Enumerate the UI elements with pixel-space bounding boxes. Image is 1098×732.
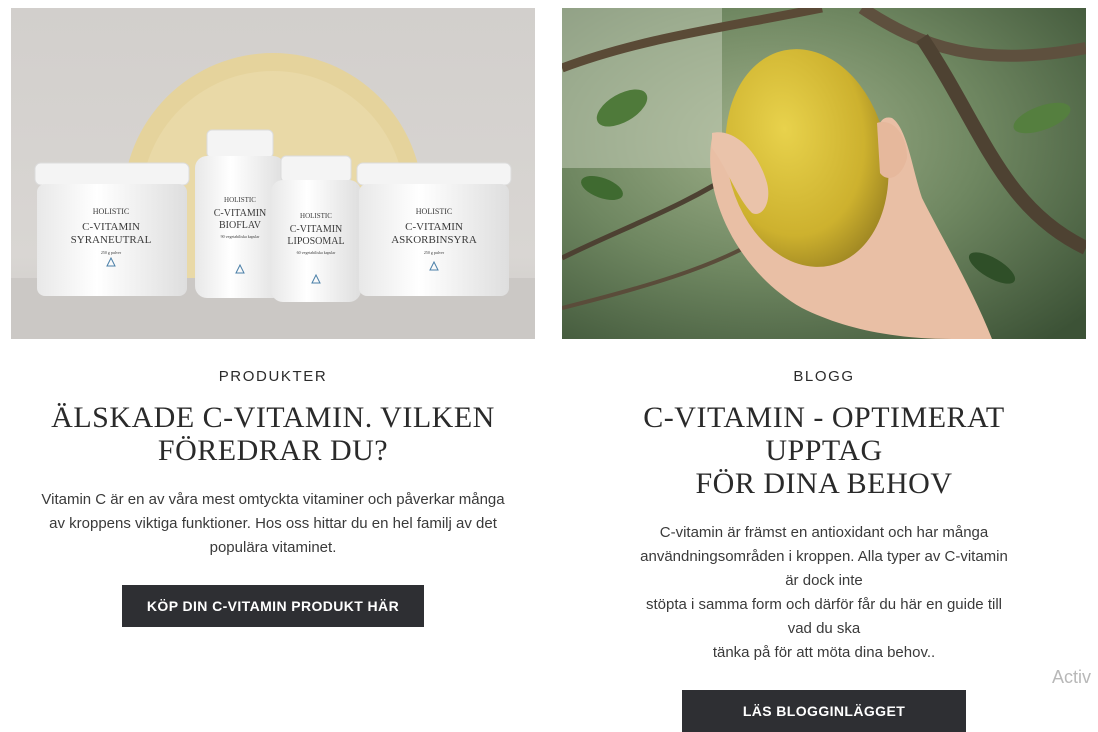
blog-image[interactable]: [562, 8, 1086, 339]
products-card: HOLISTIC C-VITAMIN SYRANEUTRAL 250 g pul…: [11, 8, 535, 627]
blog-title-line: FÖR DINA BEHOV: [695, 467, 953, 500]
description-line: Vitamin C är en av våra mest omtyckta vi…: [41, 491, 505, 508]
svg-text:HOLISTIC: HOLISTIC: [416, 207, 452, 216]
products-description: Vitamin C är en av våra mest omtyckta vi…: [27, 488, 519, 560]
read-blog-post-button[interactable]: LÄS BLOGGINLÄGGET: [682, 690, 966, 732]
lemon-tree-image: [562, 8, 1086, 339]
svg-text:250 g pulver: 250 g pulver: [101, 250, 122, 255]
activate-windows-watermark: Activ: [1052, 667, 1092, 687]
products-image[interactable]: HOLISTIC C-VITAMIN SYRANEUTRAL 250 g pul…: [11, 8, 535, 339]
vitamin-c-products-image: HOLISTIC C-VITAMIN SYRANEUTRAL 250 g pul…: [11, 8, 535, 339]
svg-text:C-VITAMIN: C-VITAMIN: [290, 224, 343, 235]
svg-text:HOLISTIC: HOLISTIC: [93, 207, 129, 216]
description-line: av kroppens viktiga funktioner. Hos oss …: [49, 515, 497, 532]
svg-text:C-VITAMIN: C-VITAMIN: [82, 221, 140, 233]
description-line: populära vitaminet.: [209, 539, 337, 556]
jar-askorbinsyra: HOLISTIC C-VITAMIN ASKORBINSYRA 250 g pu…: [356, 162, 512, 296]
svg-text:HOLISTIC: HOLISTIC: [300, 212, 332, 220]
products-title-line: ÄLSKADE C-VITAMIN. VILKEN: [51, 401, 495, 434]
buy-vitamin-c-button[interactable]: KÖP DIN C-VITAMIN PRODUKT HÄR: [122, 585, 424, 627]
jar-liposomal: HOLISTIC C-VITAMIN LIPOSOMAL 60 vegetabi…: [271, 155, 361, 302]
svg-text:60 vegetabiliska kapslar: 60 vegetabiliska kapslar: [297, 250, 336, 255]
products-title-line: FÖREDRAR DU?: [157, 434, 389, 467]
svg-text:SYRANEUTRAL: SYRANEUTRAL: [71, 234, 152, 246]
description-line: stöpta i samma form och därför får du hä…: [645, 596, 1002, 637]
blog-eyebrow: BLOGG: [793, 368, 855, 385]
blog-description: C-vitamin är främst en antioxidant och h…: [632, 521, 1016, 665]
svg-text:C-VITAMIN: C-VITAMIN: [214, 208, 267, 219]
svg-text:250 g pulver: 250 g pulver: [424, 250, 445, 255]
svg-text:C-VITAMIN: C-VITAMIN: [405, 221, 463, 233]
products-eyebrow: PRODUKTER: [218, 368, 328, 385]
svg-text:HOLISTIC: HOLISTIC: [224, 196, 256, 204]
description-line: tänka på för att möta dina behov..: [712, 644, 936, 661]
svg-text:BIOFLAV: BIOFLAV: [219, 220, 262, 231]
blog-title-line: C-VITAMIN - OPTIMERAT UPPTAG: [643, 401, 1005, 467]
description-line: C-vitamin är främst en antioxidant och h…: [659, 524, 989, 541]
blog-title[interactable]: C-VITAMIN - OPTIMERAT UPPTAG FÖR DINA BE…: [582, 401, 1066, 500]
description-line: användningsområden i kroppen. Alla typer…: [640, 548, 1008, 589]
products-title[interactable]: ÄLSKADE C-VITAMIN. VILKEN FÖREDRAR DU?: [31, 401, 515, 467]
blog-card: BLOGG C-VITAMIN - OPTIMERAT UPPTAG FÖR D…: [562, 8, 1086, 732]
svg-text:LIPOSOMAL: LIPOSOMAL: [287, 236, 344, 247]
svg-text:ASKORBINSYRA: ASKORBINSYRA: [391, 234, 477, 246]
svg-text:90 vegetabiliska kapslar: 90 vegetabiliska kapslar: [221, 234, 260, 239]
jar-syraneutral: HOLISTIC C-VITAMIN SYRANEUTRAL 250 g pul…: [34, 162, 190, 296]
